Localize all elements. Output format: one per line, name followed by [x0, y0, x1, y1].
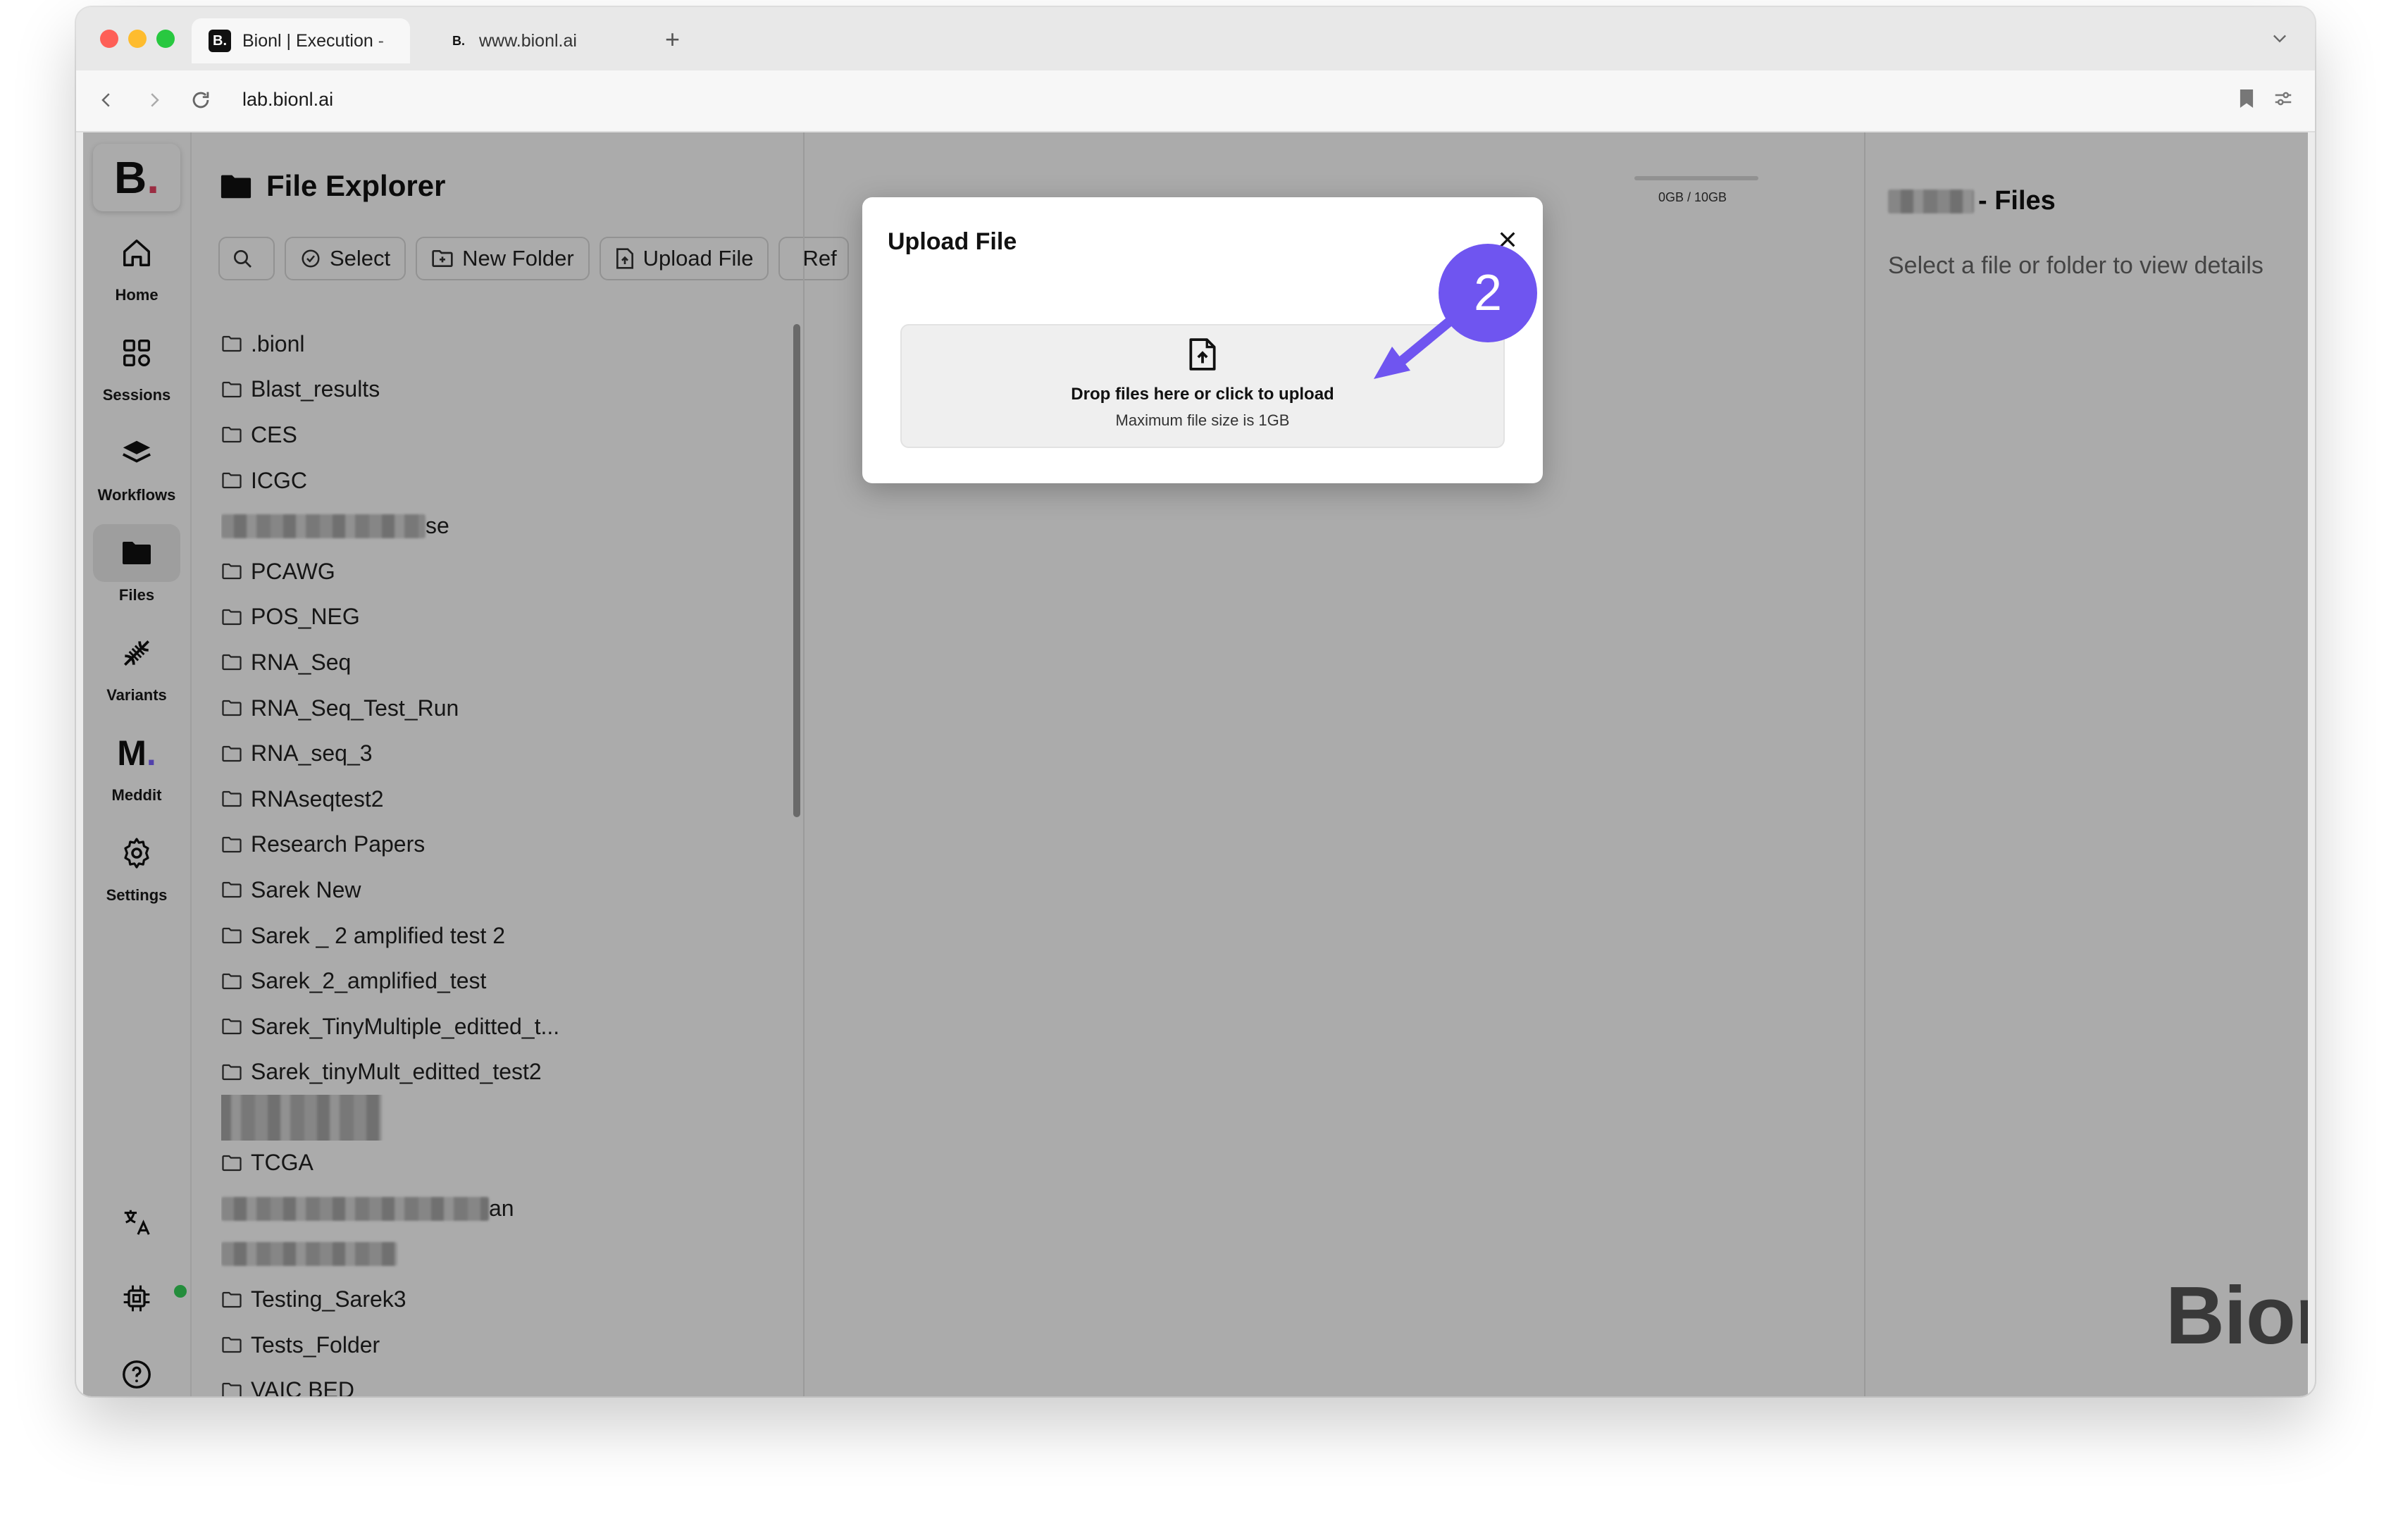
dropzone-size-limit: Maximum file size is 1GB — [1115, 411, 1290, 429]
forward-arrow-icon[interactable] — [144, 86, 165, 120]
bionl-favicon-icon: B. — [452, 33, 465, 48]
browser-tab-inactive[interactable]: B. www.bionl.ai — [433, 18, 644, 63]
back-arrow-icon[interactable] — [96, 86, 117, 120]
zoom-window-button[interactable] — [156, 30, 175, 48]
new-tab-button[interactable]: + — [665, 27, 680, 52]
dropzone-instruction: Drop files here or click to upload — [1071, 385, 1334, 404]
page-settings-icon[interactable] — [2273, 87, 2294, 116]
file-upload-icon — [1189, 338, 1216, 371]
bookmark-icon[interactable] — [2237, 87, 2256, 116]
bionl-favicon-icon: B. — [209, 30, 231, 52]
reload-icon[interactable] — [189, 86, 213, 120]
address-bar-url[interactable]: lab.bionl.ai — [242, 89, 333, 111]
browser-titlebar: B. Bionl | Execution - B. www.bionl.ai + — [76, 7, 2315, 70]
close-window-button[interactable] — [100, 30, 118, 48]
tab-overview-chevron-icon[interactable] — [2270, 28, 2290, 53]
tab-title: www.bionl.ai — [479, 30, 577, 51]
browser-tab-active[interactable]: B. Bionl | Execution - — [192, 18, 410, 63]
step-number-badge: 2 — [1439, 244, 1537, 342]
tab-title: Bionl | Execution - — [242, 30, 385, 51]
app-root: B. Home Sessions Workflows Files Variant… — [83, 132, 2308, 1396]
dialog-title: Upload File — [888, 228, 1017, 255]
browser-toolbar: lab.bionl.ai — [76, 70, 2315, 132]
minimize-window-button[interactable] — [128, 30, 147, 48]
browser-window: B. Bionl | Execution - B. www.bionl.ai +… — [76, 7, 2315, 1396]
